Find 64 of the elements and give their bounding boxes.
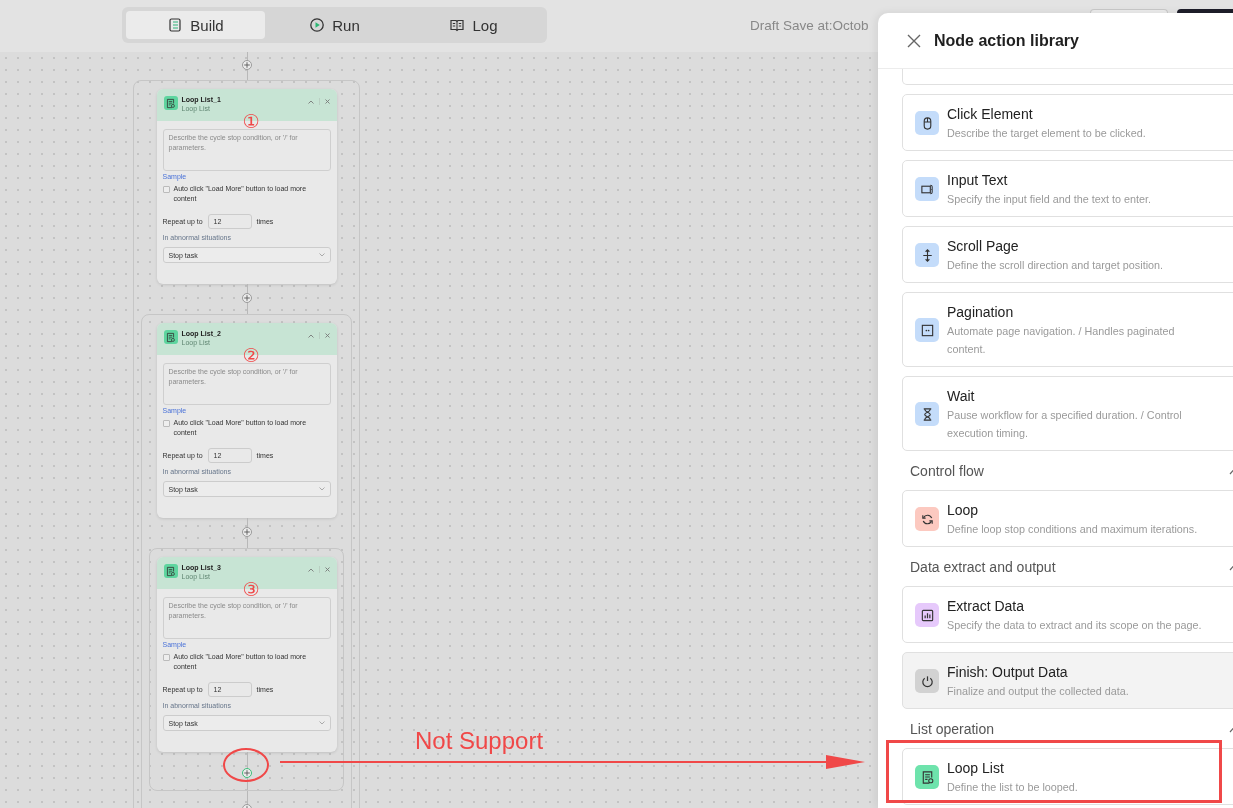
checkbox[interactable] [162,186,170,193]
play-icon [309,17,326,33]
action-title: Scroll Page [947,237,1020,256]
action-description: Define the scroll direction and target position. [947,258,1165,273]
checkbox[interactable] [162,420,170,427]
action-item[interactable]: Loop List Define the list to be looped. [902,748,1233,805]
tab[interactable]: Build [126,11,265,39]
tab[interactable]: Run [265,11,404,39]
chevron-up-icon[interactable] [307,333,314,338]
action-description: Define loop stop conditions and maximum iterations. [947,522,1199,537]
action-item[interactable]: Extract Data Specify the data to extract and its scope on the page. [902,586,1233,643]
section-heading: Control flow [910,462,984,479]
step-number: ① [242,112,260,131]
action-item[interactable]: Click Element Describe the target element to be clicked. [902,94,1233,151]
step-number: ② [242,346,260,365]
action-description: Specify the input field and the text to enter. [947,192,1153,207]
highlight-ellipse [223,748,269,782]
action-title: Loop List [947,759,1005,778]
draft-save-status: Draft Save at:Octob [750,17,869,33]
close-icon[interactable] [324,567,330,572]
add-button[interactable] [241,768,252,778]
close-icon[interactable] [324,333,330,338]
action-item[interactable]: Scroll Page Define the scroll direction and target position. [902,226,1233,283]
action-description: Automate page navigation. / Handles paginated content. [947,324,1176,357]
action-title: Loop [947,501,980,520]
section-heading: List operation [910,720,995,737]
action-title: Wait [947,387,976,406]
action-button[interactable] [1177,9,1233,13]
chevron-down-icon [318,721,325,725]
notebook-icon [167,17,184,33]
action-title: Click Element [947,105,1034,124]
close-icon[interactable] [324,99,330,104]
add-button[interactable] [241,60,252,70]
add-button[interactable] [241,527,252,537]
chevron-up-icon[interactable] [307,99,314,104]
action-title: Pagination [947,303,1015,322]
checkbox[interactable] [162,654,170,661]
action-description: Finalize and output the collected data. [947,684,1130,699]
step-number: ③ [242,580,260,599]
action-item[interactable]: Input Text Specify the input field and the text to enter. [902,160,1233,217]
section-heading: Data extract and output [910,558,1056,575]
document-icon [163,330,178,344]
close-icon[interactable] [906,32,922,49]
action-description: Define the list to be looped. [947,780,1079,795]
annotation-label: Not Support [415,727,544,755]
action-item[interactable]: Finish: Output Data Finalize and output the collected data. [902,652,1233,709]
action-item[interactable]: Loop Define loop stop conditions and maximum iterations. [902,490,1233,547]
chevron-down-icon [318,253,325,257]
chevron-up-icon[interactable] [307,567,314,572]
action-description: Pause workflow for a specified duration. / Control execution timing. [947,408,1183,441]
action-title: Input Text [947,171,1009,190]
action-item[interactable]: Wait Pause workflow for a specified duration. / Control execution timing. [902,376,1233,451]
add-button[interactable] [241,293,252,303]
action-title: Extract Data [947,597,1026,616]
action-description: Specify the data to extract and its scope on the page. [947,618,1203,633]
panel-title: Node action library [934,31,1079,50]
document-icon [163,564,178,578]
book-icon [449,17,466,33]
action-title: Finish: Output Data [947,663,1069,682]
action-item[interactable]: Pagination Automate page navigation. / Handles paginated content. [902,292,1233,367]
document-icon [163,96,178,110]
chevron-down-icon [318,487,325,491]
action-description: Describe the target element to be clicked. [947,126,1147,141]
tab[interactable]: Log [404,11,543,39]
